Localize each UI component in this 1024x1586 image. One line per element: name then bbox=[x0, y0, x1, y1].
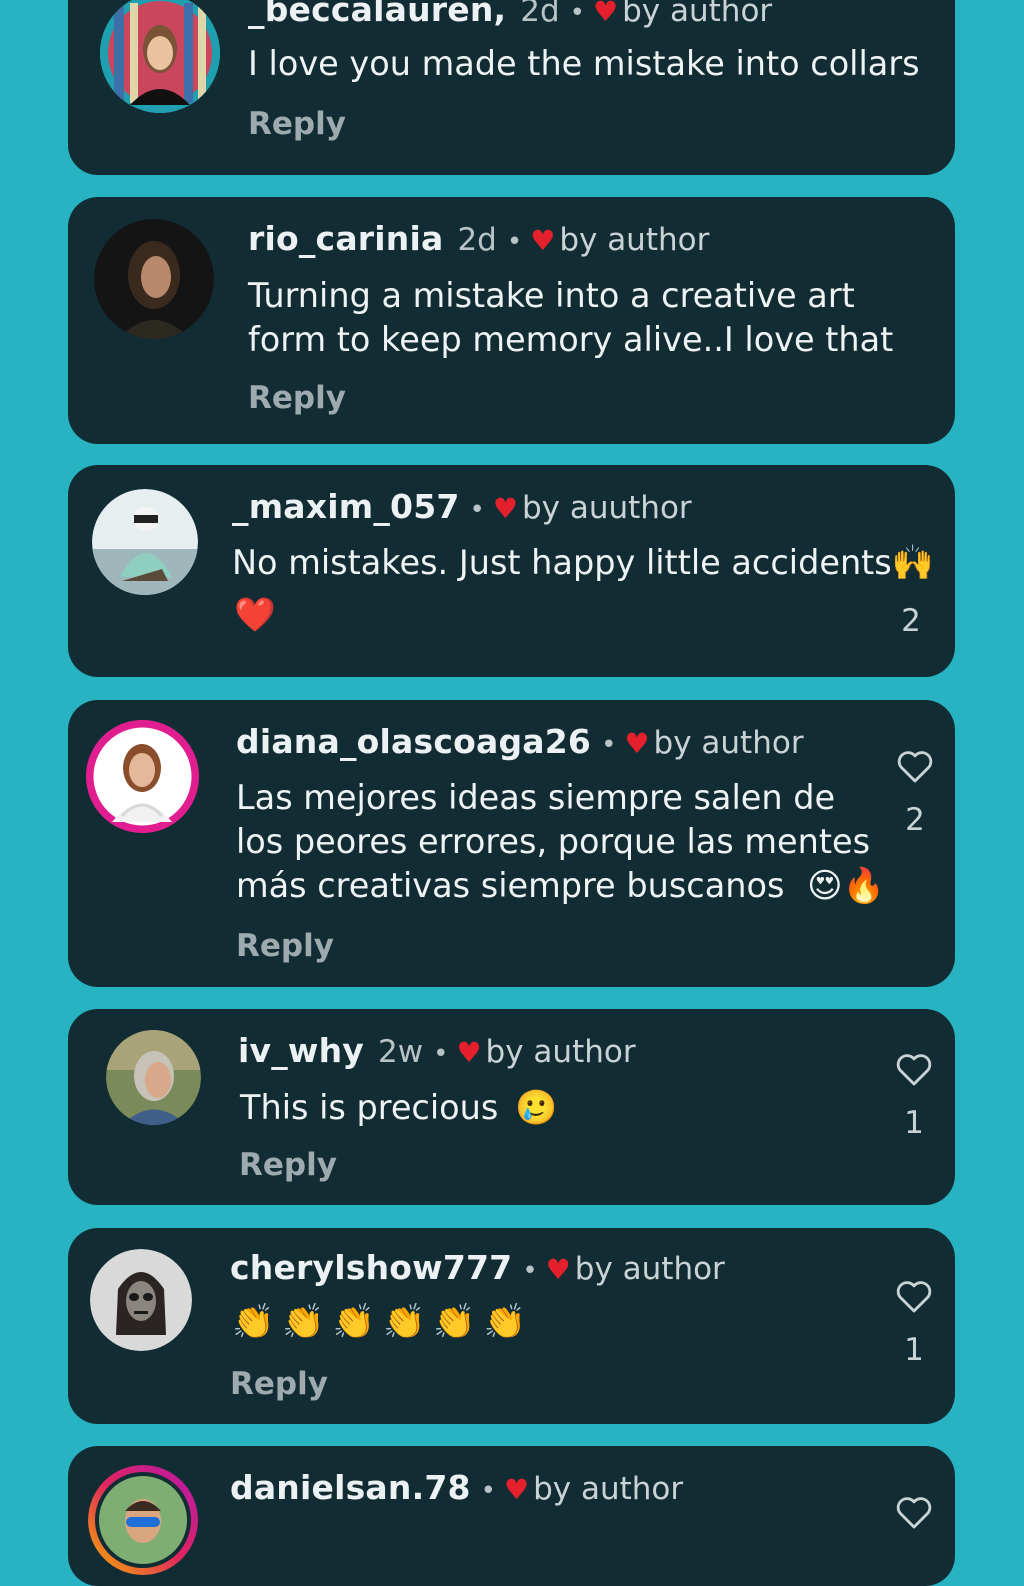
comment-username[interactable]: danielsan.78 bbox=[230, 1468, 471, 1507]
like-count: 2 bbox=[901, 603, 921, 639]
comment-text-line: más creativas siempre buscanos bbox=[236, 866, 785, 905]
author-heart-icon: ♥ bbox=[492, 492, 518, 525]
author-badge: by author bbox=[653, 725, 804, 761]
comment-text-line: No mistakes. Just happy little accidents bbox=[232, 543, 892, 582]
comment-card: rio_carinia 2d • ♥ by author Turning a m… bbox=[68, 197, 955, 444]
author-badge: by author bbox=[574, 1251, 725, 1287]
avatar[interactable] bbox=[106, 1030, 201, 1125]
reply-button[interactable]: Reply bbox=[230, 1366, 328, 1402]
comment-time: 2w bbox=[378, 1034, 424, 1070]
separator-dot: • bbox=[506, 227, 523, 257]
comment-card: _beccalauren, 2d • ♥ by author I love yo… bbox=[68, 0, 955, 175]
author-heart-icon: ♥ bbox=[593, 0, 619, 28]
heart-outline-icon[interactable] bbox=[896, 748, 934, 784]
heart-outline-icon[interactable] bbox=[895, 1051, 933, 1087]
separator-dot: • bbox=[433, 1039, 449, 1069]
author-badge: by author bbox=[485, 1034, 636, 1070]
comment-header: iv_why 2w • ♥ by author bbox=[238, 1031, 636, 1070]
separator-dot: • bbox=[469, 495, 485, 525]
author-heart-icon: ♥ bbox=[545, 1253, 571, 1286]
comment-header: rio_carinia 2d • ♥ by author bbox=[248, 219, 709, 258]
heart-eyes-fire-emoji: 😍🔥 bbox=[807, 866, 885, 906]
author-badge: by auuthor bbox=[521, 490, 692, 526]
comment-username[interactable]: diana_olascoaga26 bbox=[236, 722, 591, 761]
comment-header: cherylshow777 • ♥ by author bbox=[230, 1248, 725, 1287]
avatar[interactable] bbox=[88, 1465, 198, 1575]
avatar[interactable] bbox=[90, 1249, 192, 1351]
separator-dot: • bbox=[601, 730, 617, 760]
separator-dot: • bbox=[480, 1476, 496, 1506]
reply-button[interactable]: Reply bbox=[236, 928, 334, 964]
comment-text: This is precious 🥲 bbox=[240, 1086, 557, 1130]
raised-hands-emoji: 🙌 bbox=[891, 543, 935, 583]
comment-header: _beccalauren, 2d • ♥ by author bbox=[248, 0, 772, 29]
comment-card: _maxim_057 • ♥ by auuthor No mistakes. J… bbox=[68, 465, 955, 677]
avatar[interactable] bbox=[86, 720, 199, 833]
heart-outline-icon[interactable] bbox=[895, 1278, 933, 1314]
comment-header: _maxim_057 • ♥ by auuthor bbox=[232, 487, 692, 526]
author-heart-icon: ♥ bbox=[624, 727, 650, 760]
reply-button[interactable]: Reply bbox=[248, 106, 346, 142]
comment-username[interactable]: _beccalauren, bbox=[248, 0, 506, 29]
author-badge: by author bbox=[559, 222, 710, 258]
comment-time: 2d bbox=[457, 222, 497, 258]
comment-card: cherylshow777 • ♥ by author 👏👏👏👏👏👏 Reply… bbox=[68, 1228, 955, 1424]
reply-button[interactable]: Reply bbox=[239, 1147, 337, 1183]
tear-face-emoji: 🥲 bbox=[515, 1088, 558, 1128]
comment-text: 👏👏👏👏👏👏 bbox=[232, 1300, 534, 1344]
comment-card: diana_olascoaga26 • ♥ by author Las mejo… bbox=[68, 700, 955, 987]
comment-text-line: los peores errores, porque las mentes bbox=[236, 822, 871, 861]
heart-outline-icon[interactable] bbox=[895, 1494, 933, 1530]
comment-text-line: Las mejores ideas siempre salen de bbox=[236, 778, 836, 817]
like-count: 1 bbox=[904, 1105, 924, 1141]
separator-dot: • bbox=[522, 1256, 538, 1286]
separator-dot: • bbox=[569, 0, 586, 28]
author-badge: by author bbox=[622, 0, 773, 29]
comment-time: 2d bbox=[520, 0, 560, 29]
comment-username[interactable]: iv_why bbox=[238, 1031, 364, 1070]
like-count: 2 bbox=[905, 802, 925, 838]
comment-text-line: Turning a mistake into a creative art bbox=[248, 276, 855, 315]
comment-text-line: form to keep memory alive..I love that bbox=[248, 320, 894, 359]
comment-text: más creativas siempre buscanos 😍🔥 bbox=[236, 864, 885, 908]
like-count: 1 bbox=[904, 1332, 924, 1368]
comment-username[interactable]: rio_carinia bbox=[248, 219, 443, 258]
avatar[interactable] bbox=[100, 0, 220, 113]
comment-username[interactable]: cherylshow777 bbox=[230, 1248, 512, 1287]
comment-card: danielsan.78 • ♥ by author bbox=[68, 1446, 955, 1586]
comment-text: No mistakes. Just happy little accidents… bbox=[232, 541, 934, 585]
heart-emoji: ❤️ bbox=[234, 595, 276, 634]
comment-header: danielsan.78 • ♥ by author bbox=[230, 1468, 683, 1507]
comment-card: iv_why 2w • ♥ by author This is precious… bbox=[68, 1009, 955, 1205]
comment-username[interactable]: _maxim_057 bbox=[232, 487, 460, 526]
comment-text-line: This is precious bbox=[240, 1088, 499, 1127]
avatar[interactable] bbox=[94, 219, 214, 339]
author-heart-icon: ♥ bbox=[504, 1473, 530, 1506]
avatar[interactable] bbox=[92, 489, 198, 595]
clapping-hands-emoji: 👏👏👏👏👏👏 bbox=[232, 1302, 535, 1342]
reply-button[interactable]: Reply bbox=[248, 380, 346, 416]
author-badge: by author bbox=[533, 1471, 684, 1507]
author-heart-icon: ♥ bbox=[530, 224, 556, 257]
author-heart-icon: ♥ bbox=[456, 1036, 482, 1069]
comment-text: I love you made the mistake into collars bbox=[248, 44, 920, 83]
comment-header: diana_olascoaga26 • ♥ by author bbox=[236, 722, 804, 761]
